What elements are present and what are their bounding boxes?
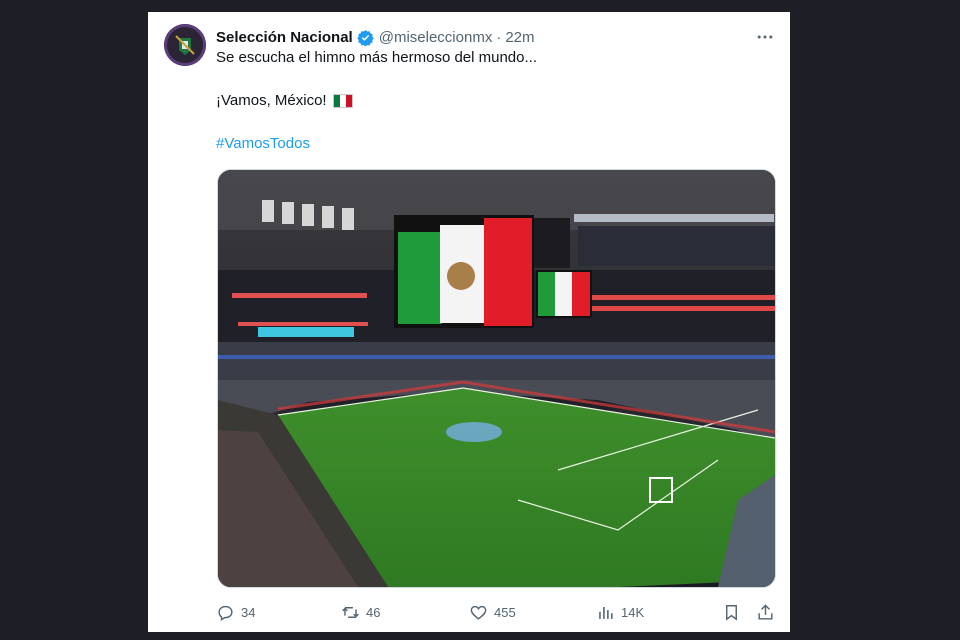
- views-icon: [599, 606, 613, 619]
- bookmark-button[interactable]: [722, 600, 741, 624]
- reply-count: 34: [241, 604, 256, 620]
- retweet-icon: [342, 606, 359, 618]
- stadium-photo-icon: [218, 170, 775, 587]
- tweet-media-photo[interactable]: [217, 169, 776, 588]
- views-button[interactable]: 14K: [596, 600, 644, 624]
- like-button[interactable]: 455: [469, 600, 516, 624]
- avatar[interactable]: [164, 24, 206, 66]
- tweet-card[interactable]: Selección Nacional @miseleccionmx · 22m …: [148, 12, 790, 632]
- tweet-text-line2: ¡Vamos, México!: [216, 92, 327, 109]
- header-separator: ·: [496, 28, 502, 46]
- mexico-flag-icon: [332, 94, 353, 108]
- tweet-text-line1: Se escucha el himno más hermoso del mund…: [216, 49, 537, 66]
- author-handle[interactable]: @miseleccionmx: [379, 29, 493, 46]
- heart-icon: [470, 605, 487, 620]
- author-name[interactable]: Selección Nacional: [216, 29, 353, 46]
- tweet-time[interactable]: 22m: [505, 29, 534, 46]
- bookmark-icon: [726, 604, 737, 621]
- share-icon: [758, 603, 773, 620]
- reply-icon: [218, 605, 233, 621]
- retweet-button[interactable]: 46: [341, 600, 380, 624]
- tweet-text-line2-row: ¡Vamos, México!: [216, 91, 770, 111]
- like-count: 455: [494, 604, 516, 620]
- reply-button[interactable]: 34: [216, 600, 255, 624]
- verified-badge-icon: [357, 29, 374, 46]
- views-count: 14K: [621, 604, 645, 620]
- more-icon[interactable]: [754, 26, 776, 48]
- share-button[interactable]: [756, 600, 775, 624]
- retweet-count: 46: [366, 604, 381, 620]
- fmf-logo-icon: [170, 30, 200, 60]
- hashtag-link[interactable]: #VamosTodos: [216, 134, 770, 154]
